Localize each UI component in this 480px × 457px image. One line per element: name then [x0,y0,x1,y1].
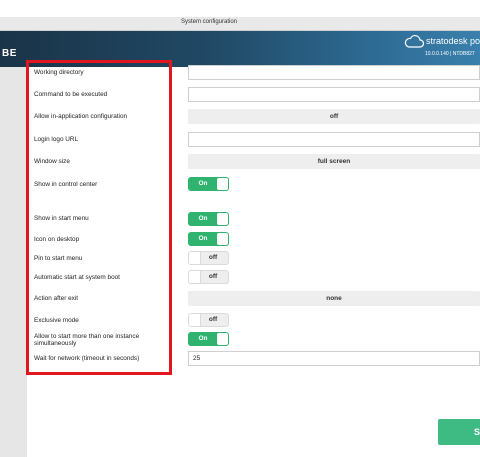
toggle-knob [217,333,228,345]
show-control-center-label: Show in control center [34,181,98,188]
version-info: 10.0.0.140 | NTDB827 [425,51,475,57]
wait-network-input[interactable]: 25 [188,351,480,366]
pin-start-label: Pin to start menu [34,255,83,262]
working-directory-label: Working directory [34,69,84,76]
toggle-knob [217,213,228,225]
toggle-state: On [198,335,208,342]
window-titlebar: System configuration [0,17,480,31]
toggle-knob [217,233,228,245]
multi-instance-toggle[interactable]: On [188,332,229,346]
left-sidebar-strip [0,67,27,457]
toggle-state: On [198,180,208,187]
multi-instance-label: Allow to start more than one instance si… [34,333,140,347]
show-start-menu-toggle[interactable]: On [188,212,229,226]
pin-start-toggle[interactable]: off [188,251,229,265]
wait-network-label: Wait for network (timeout in seconds) [34,355,140,362]
brand-logo-text: BE [2,48,17,59]
action-after-exit-select[interactable]: none [188,291,480,306]
action-after-exit-label: Action after exit [34,295,79,302]
product-name: stratodesk po [426,36,480,46]
exclusive-mode-toggle[interactable]: off [188,313,229,327]
exclusive-mode-label: Exclusive mode [34,317,79,324]
command-input[interactable] [188,87,480,102]
toggle-state: off [208,254,218,261]
window-size-select[interactable]: full screen [188,154,480,169]
in-app-config-select[interactable]: off [188,109,480,124]
icon-desktop-label: Icon on desktop [34,236,80,243]
window-title: System configuration [180,19,238,25]
app-header: BE stratodesk po 10.0.0.140 | NTDB827 [0,31,480,67]
working-directory-input[interactable] [188,65,480,80]
save-button[interactable]: Sav [438,419,480,445]
autostart-toggle[interactable]: off [188,270,229,284]
show-start-menu-label: Show in start menu [34,215,89,222]
toggle-state: On [198,235,208,242]
icon-desktop-toggle[interactable]: On [188,232,229,246]
cloud-icon [404,35,424,48]
command-label: Command to be executed [34,91,108,98]
toggle-knob [217,178,228,190]
login-logo-url-input[interactable] [188,132,480,147]
autostart-label: Automatic start at system boot [34,274,120,281]
toggle-state: off [208,273,218,280]
toggle-state: off [208,316,218,323]
login-logo-url-label: Login logo URL [34,136,79,143]
toggle-state: On [198,215,208,222]
in-app-config-label: Allow in-application configuration [34,113,128,120]
show-control-center-toggle[interactable]: On [188,177,229,191]
window-size-label: Window size [34,158,70,165]
